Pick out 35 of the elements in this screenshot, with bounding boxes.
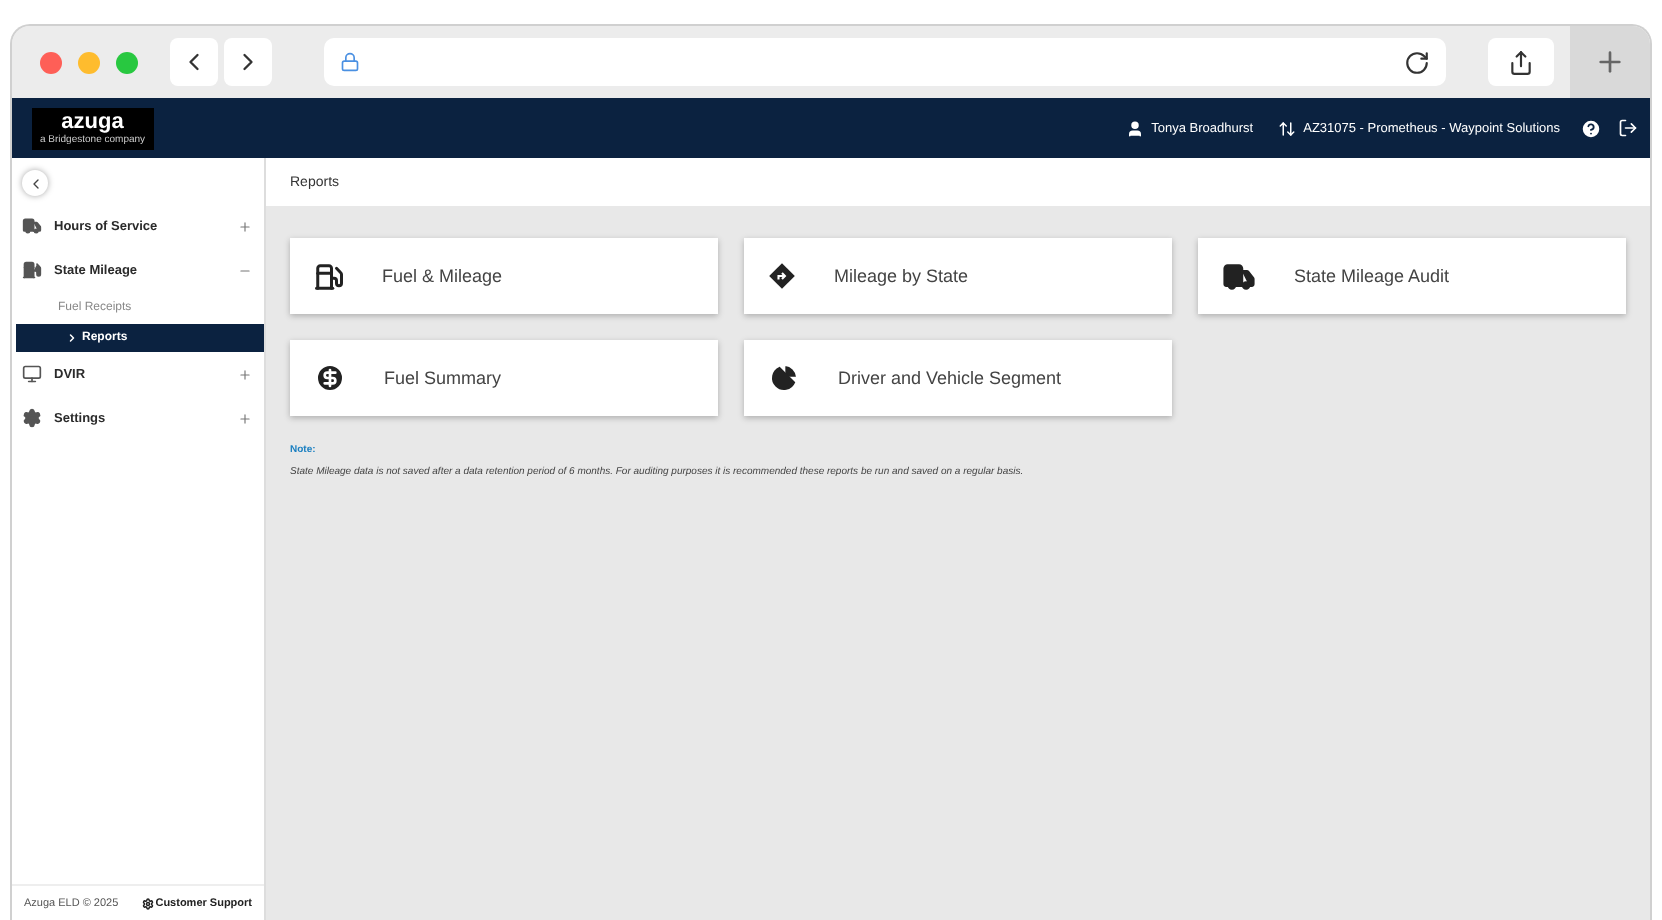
close-window-button[interactable] <box>40 51 62 73</box>
gear-icon <box>141 898 154 910</box>
chevron-icon <box>66 332 78 344</box>
expand-icon[interactable] <box>238 219 252 233</box>
maximize-window-button[interactable] <box>116 51 138 73</box>
share-icon <box>1508 49 1534 75</box>
plus-icon <box>1594 46 1626 78</box>
report-card[interactable]: Mileage by State <box>744 238 1172 314</box>
report-card[interactable]: State Mileage Audit <box>1198 238 1626 314</box>
lock-icon <box>340 52 360 72</box>
fuel-pump-icon <box>22 260 42 280</box>
report-card[interactable]: Fuel & Mileage <box>290 238 718 314</box>
report-card[interactable]: Driver and Vehicle Segment <box>744 340 1172 416</box>
collapse-sidebar-button[interactable] <box>22 170 48 196</box>
forward-button[interactable] <box>224 38 272 86</box>
minimize-window-button[interactable] <box>78 51 100 73</box>
expand-icon[interactable] <box>238 367 252 381</box>
new-tab-button[interactable] <box>1570 26 1650 98</box>
switch-account-icon[interactable] <box>1277 119 1296 137</box>
pie-chart-icon <box>768 362 800 394</box>
reload-icon[interactable] <box>1404 49 1430 75</box>
share-button[interactable] <box>1488 38 1554 86</box>
fuel-pump-icon <box>314 261 344 291</box>
settings-icon <box>22 408 42 428</box>
truck-icon <box>1222 259 1256 293</box>
expand-icon[interactable] <box>238 411 252 425</box>
logout-icon[interactable] <box>1618 118 1638 138</box>
report-card[interactable]: Fuel Summary <box>290 340 718 416</box>
dollar-circle-icon <box>314 362 346 394</box>
turn-sign-icon <box>768 262 796 290</box>
monitor-icon <box>22 364 42 384</box>
user-icon <box>1125 119 1144 137</box>
back-button[interactable] <box>170 38 218 86</box>
help-icon[interactable] <box>1580 117 1602 139</box>
truck-icon <box>22 216 42 236</box>
